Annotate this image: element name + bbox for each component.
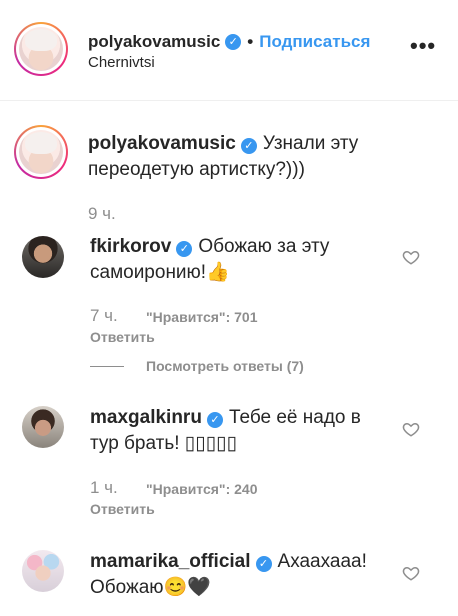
header-separator: • xyxy=(247,32,254,51)
follow-button[interactable]: Подписаться xyxy=(259,32,370,52)
header-username[interactable]: polyakovamusic xyxy=(88,32,220,52)
verified-badge-icon: ✓ xyxy=(240,138,257,154)
comment-likes[interactable]: "Нравится": 701 xyxy=(146,309,257,325)
commenter-avatar[interactable] xyxy=(22,236,64,278)
heart-outline-icon[interactable] xyxy=(402,420,420,438)
comment-likes[interactable]: "Нравится": 240 xyxy=(146,481,257,497)
comment-text: fkirkorov ✓ Обожаю за эту самоиронию!👍 xyxy=(90,234,380,286)
verified-badge-icon: ✓ xyxy=(225,34,242,50)
caption-username[interactable]: polyakovamusic xyxy=(88,133,236,154)
verified-badge-icon: ✓ xyxy=(176,241,193,257)
header-avatar[interactable] xyxy=(14,22,68,76)
heart-outline-icon[interactable] xyxy=(402,248,420,266)
replies-divider xyxy=(90,365,124,367)
verified-badge-icon: ✓ xyxy=(206,412,223,428)
comment-time: 7 ч. xyxy=(90,306,118,325)
commenter-avatar[interactable] xyxy=(22,550,64,592)
caption-time: 9 ч. xyxy=(88,204,116,223)
verified-badge-icon: ✓ xyxy=(255,556,272,572)
location-link[interactable]: Chernivtsi xyxy=(88,54,155,71)
more-options-icon[interactable]: ••• xyxy=(410,35,436,57)
reply-button[interactable]: Ответить xyxy=(90,329,155,345)
caption-avatar[interactable] xyxy=(14,125,68,179)
commenter-avatar[interactable] xyxy=(22,406,64,448)
heart-outline-icon[interactable] xyxy=(402,564,420,582)
reply-button[interactable]: Ответить xyxy=(90,501,155,517)
view-replies-label: Посмотреть ответы (7) xyxy=(146,358,304,374)
view-replies-button[interactable]: Посмотреть ответы (7) xyxy=(90,358,304,374)
comment-username[interactable]: mamarika_official xyxy=(90,551,251,572)
comment-username[interactable]: maxgalkinru xyxy=(90,407,202,428)
comment-username[interactable]: fkirkorov xyxy=(90,236,171,257)
post-header: polyakovamusic ✓ • Подписаться Chernivts… xyxy=(0,0,458,101)
comment-text: maxgalkinru ✓ Тебе её надо в тур брать! ▯▯… xyxy=(90,405,380,457)
caption-text: polyakovamusic ✓ Узнали эту переодетую арт… xyxy=(88,131,388,183)
header-user-line: polyakovamusic ✓ • Подписаться xyxy=(88,32,370,52)
comment-time: 1 ч. xyxy=(90,478,118,497)
comment-text: mamarika_official ✓ Ахаахааа! Обожаю😊🖤 xyxy=(90,549,380,601)
